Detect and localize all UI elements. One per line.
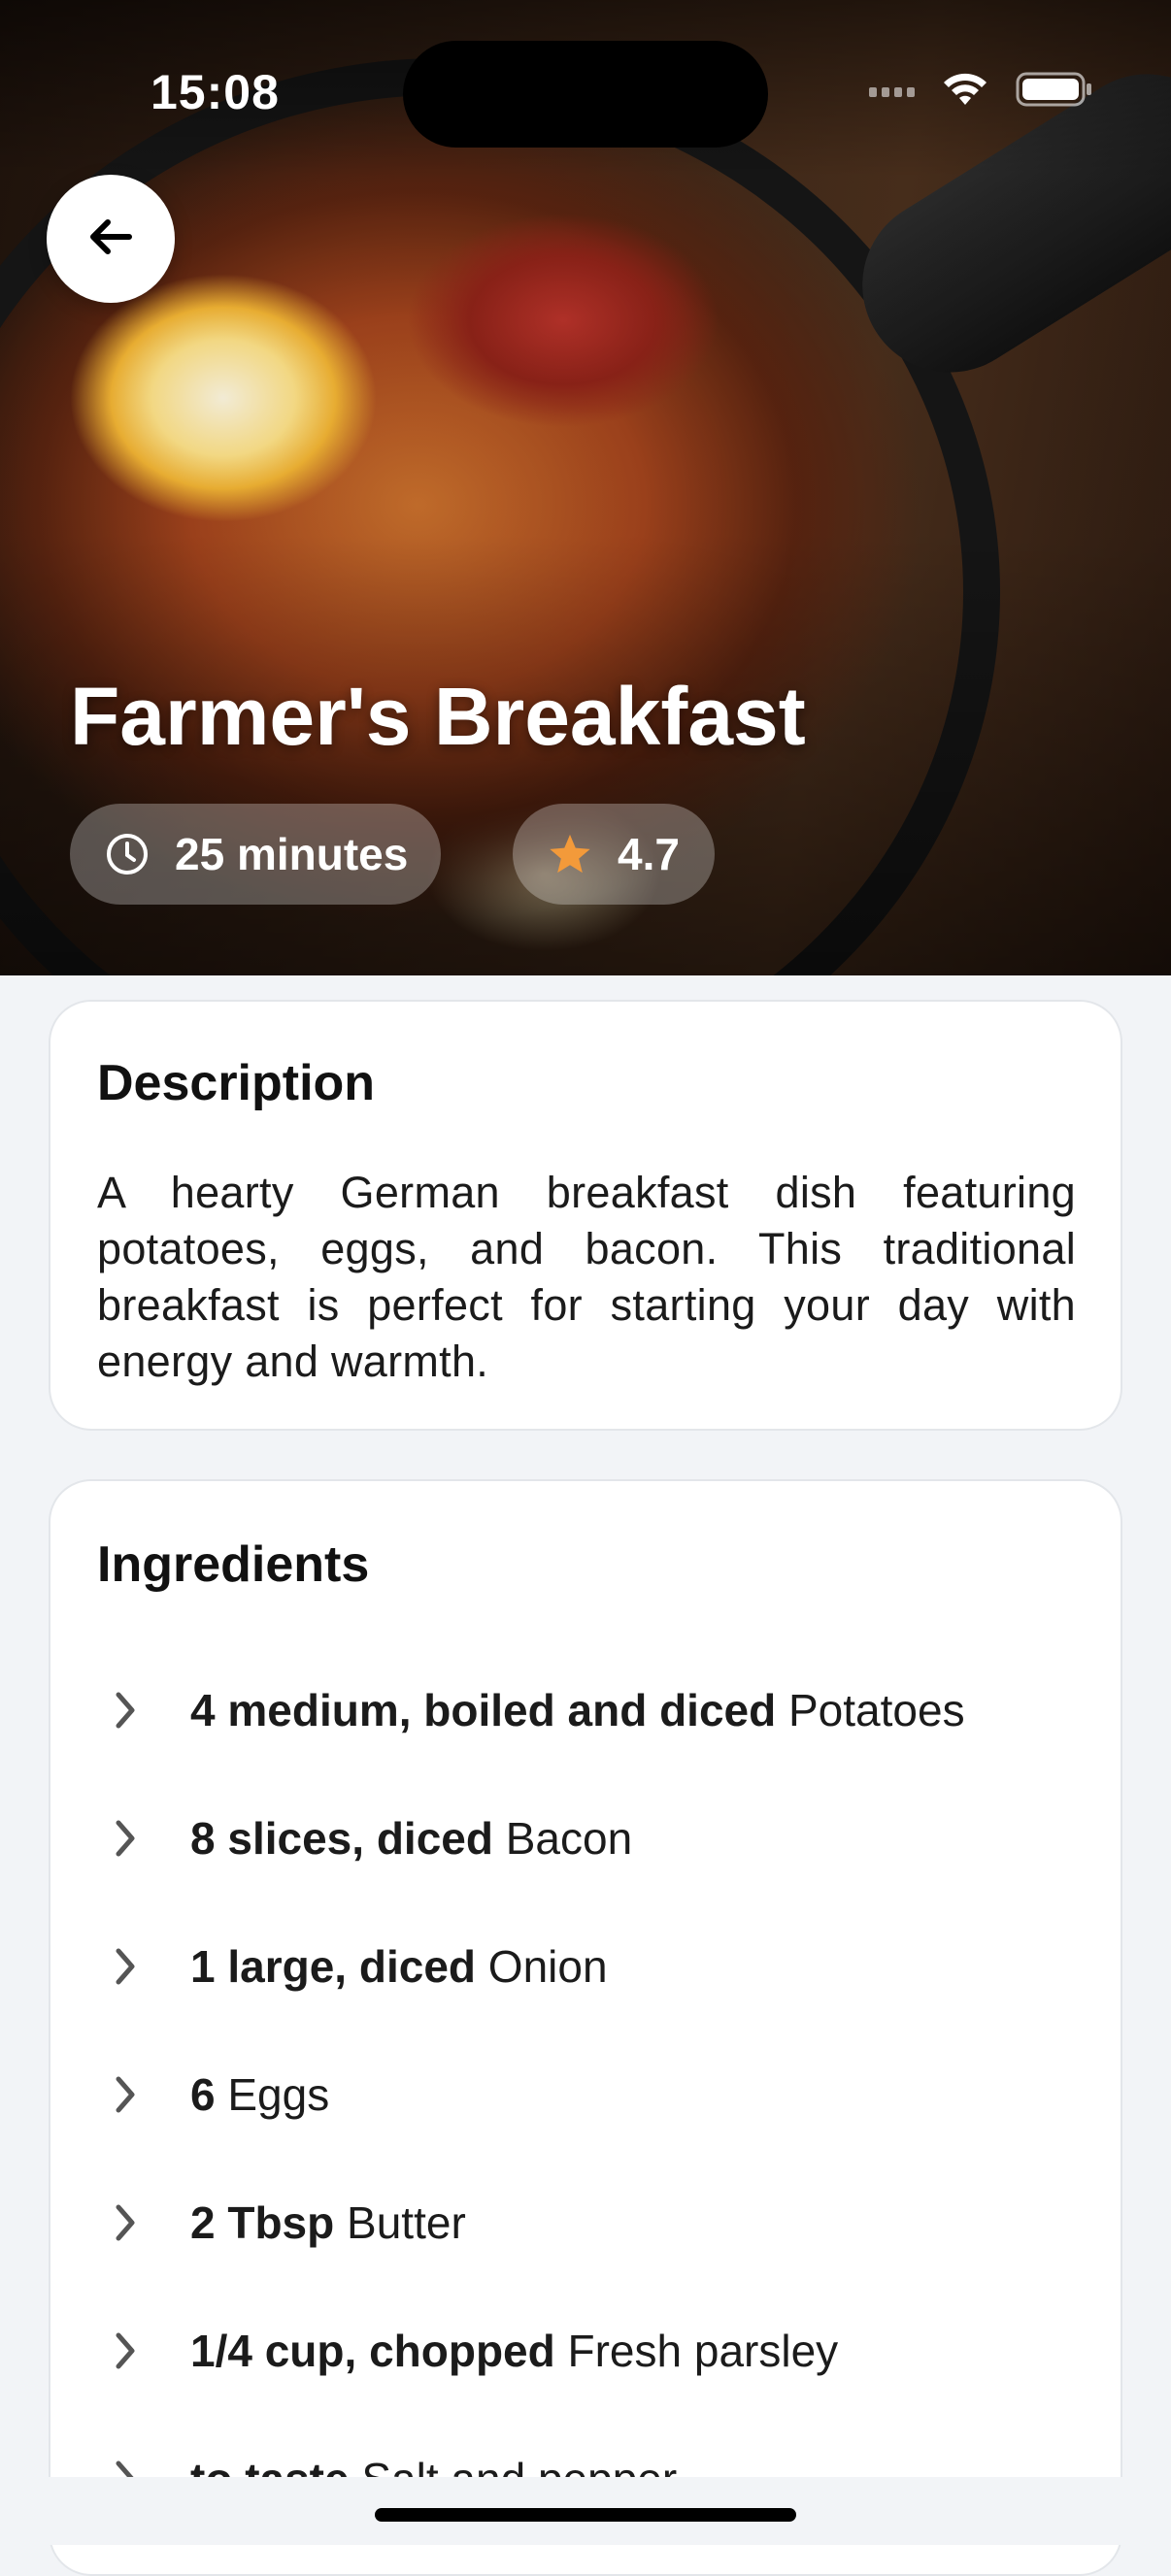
ingredient-row[interactable]: 2 Tbsp Butter [50,2159,1121,2287]
clock-icon [105,832,150,876]
ingredient-name: Potatoes [788,1685,965,1735]
chevron-right-icon [111,2073,140,2116]
arrow-left-icon [84,211,137,268]
back-button[interactable] [47,175,175,303]
ingredients-heading: Ingredients [97,1536,370,1593]
chevron-right-icon [111,2329,140,2372]
ingredient-name: Fresh parsley [567,2326,839,2376]
home-indicator[interactable] [375,2508,796,2522]
ingredient-row[interactable]: 4 medium, boiled and diced Potatoes [50,1646,1121,1774]
ingredient-amount: 1/4 cup, chopped [190,2326,555,2376]
ingredient-amount: 4 medium, boiled and diced [190,1685,777,1735]
description-card: Description A hearty German breakfast di… [49,1000,1122,1431]
ingredient-name: Butter [347,2197,466,2248]
dynamic-island [403,41,768,148]
status-time: 15:08 [151,65,280,119]
ingredient-row[interactable]: 6 Eggs [50,2031,1121,2159]
ingredient-name: Eggs [227,2069,330,2120]
chevron-right-icon [111,1945,140,1988]
cook-time-label: 25 minutes [175,829,409,879]
ingredient-name: Bacon [505,1813,633,1864]
ingredient-name: Onion [487,1941,608,1992]
star-icon [548,833,592,875]
chevron-right-icon [111,2201,140,2244]
battery-icon [1016,70,1093,114]
recipe-title: Farmer's Breakfast [70,671,806,762]
rating-badge: 4.7 [513,804,715,905]
description-text: A hearty German breakfast dish featuring… [97,1168,1076,1386]
chevron-right-icon [111,1817,140,1860]
ingredient-amount: 1 large, diced [190,1941,477,1992]
ingredient-amount: 6 [190,2069,216,2120]
cook-time-badge: 25 minutes [70,804,441,905]
ingredients-list: 4 medium, boiled and diced Potatoes 8 sl… [50,1646,1121,2543]
status-icons [869,70,1093,114]
ingredient-row[interactable]: 1 large, diced Onion [50,1902,1121,2031]
ingredient-amount: 2 Tbsp [190,2197,335,2248]
description-heading: Description [97,1055,376,1111]
signal-icon [869,86,915,97]
chevron-right-icon [111,1689,140,1732]
ingredient-row[interactable]: 8 slices, diced Bacon [50,1774,1121,1902]
ingredient-amount: 8 slices, diced [190,1813,493,1864]
wifi-icon [940,70,990,114]
ingredients-card: Ingredients 4 medium, boiled and diced P… [49,1479,1122,2576]
rating-value: 4.7 [618,829,680,879]
ingredient-row[interactable]: 1/4 cup, chopped Fresh parsley [50,2287,1121,2415]
